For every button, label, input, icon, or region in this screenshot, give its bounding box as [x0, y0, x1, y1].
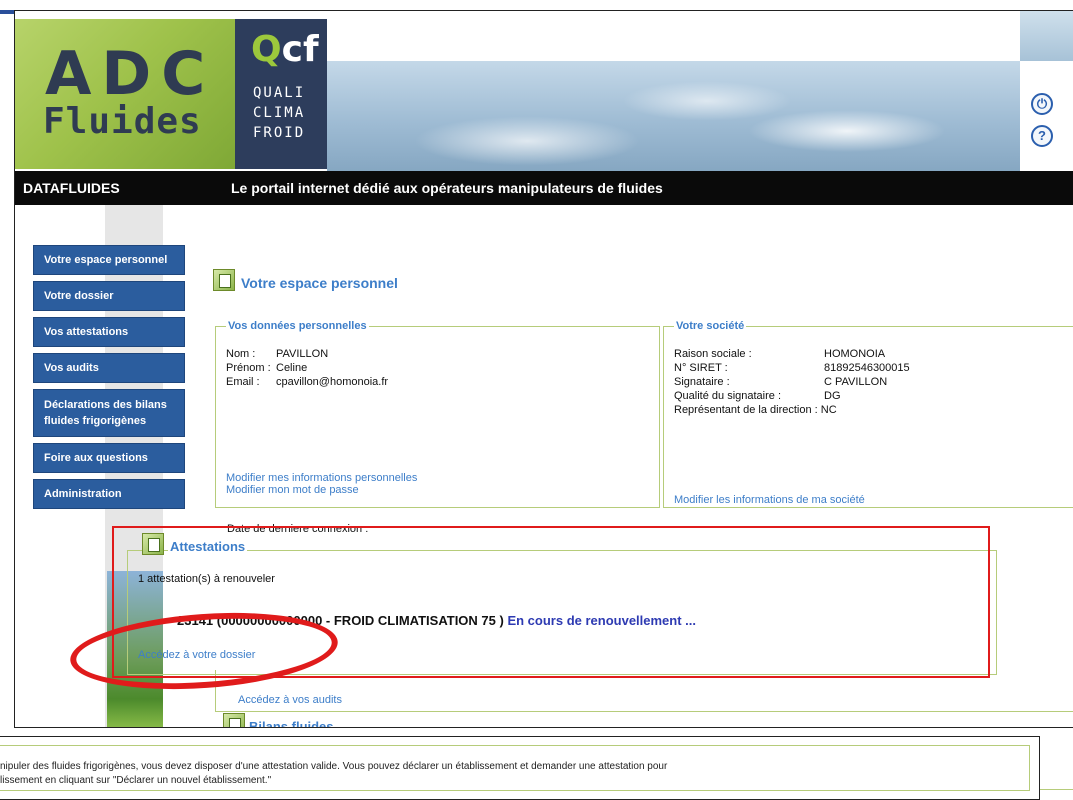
personal-data-legend: Vos données personnelles: [228, 320, 367, 332]
personal-row-email: Email : cpavillon@homonoia.fr: [226, 376, 389, 388]
nav-item-administration[interactable]: Administration: [33, 479, 185, 509]
nav-item-espace-personnel[interactable]: Votre espace personnel: [33, 245, 185, 275]
qualiclimafroid-logo: Qcf QUALI CLIMA FROID: [235, 19, 327, 169]
nav-item-attestations[interactable]: Vos attestations: [33, 317, 185, 347]
info-text-line-1: nipuler des fluides frigorigènes, vous d…: [0, 761, 668, 772]
company-row-siret: N° SIRET :81892546300015: [674, 362, 910, 374]
edit-password-link[interactable]: Modifier mon mot de passe: [226, 484, 417, 496]
personal-row-prenom: Prénom : Celine: [226, 362, 308, 374]
title-band: DATAFLUIDES Le portail internet dédié au…: [15, 171, 1073, 205]
personal-row-nom: Nom : PAVILLON: [226, 348, 329, 360]
qcf-wordmark: QUALI CLIMA FROID: [253, 85, 306, 141]
logo-adc-text: ADC: [45, 39, 216, 109]
brand-label: DATAFLUIDES: [23, 180, 120, 196]
info-text-line-2: lissement en cliquant sur "Déclarer un n…: [0, 775, 272, 786]
left-nav: Votre espace personnel Votre dossier Vos…: [33, 245, 185, 515]
info-panel-box: nipuler des fluides frigorigènes, vous d…: [0, 745, 1030, 791]
company-row-qualite: Qualité du signataire : DG: [674, 390, 841, 402]
adc-fluides-logo[interactable]: ADC Fluides: [15, 19, 235, 169]
personal-data-box: Vos données personnelles Nom : PAVILLON P…: [215, 320, 660, 508]
help-icon[interactable]: ?: [1031, 125, 1053, 147]
bilans-icon: [223, 713, 245, 727]
tagline: Le portail internet dédié aux opérateurs…: [231, 180, 663, 196]
nav-item-dossier[interactable]: Votre dossier: [33, 281, 185, 311]
edit-personal-info-link[interactable]: Modifier mes informations personnelles: [226, 472, 417, 484]
nav-item-audits[interactable]: Vos audits: [33, 353, 185, 383]
sky-banner-image: [327, 61, 1027, 171]
company-row-signataire: Signataire :C PAVILLON: [674, 376, 888, 388]
info-panel-edge: [1040, 789, 1073, 790]
header-right-area: [1020, 61, 1073, 171]
power-icon[interactable]: ⏻: [1031, 93, 1053, 115]
company-row-raison-sociale: Raison sociale : HOMONOIA: [674, 348, 886, 360]
nav-item-faq[interactable]: Foire aux questions: [33, 443, 185, 473]
company-box: Votre société Raison sociale : HOMONOIA N…: [663, 320, 1073, 508]
sky-banner-corner: [1020, 11, 1073, 61]
logo-fluides-text: Fluides: [43, 101, 202, 142]
personal-space-icon: [213, 269, 235, 291]
edit-company-link[interactable]: Modifier les informations de ma société: [674, 494, 865, 506]
info-panel: nipuler des fluides frigorigènes, vous d…: [0, 736, 1040, 800]
access-audits-link[interactable]: Accédez à vos audits: [238, 694, 342, 706]
nav-item-bilans[interactable]: Déclarations des bilans fluides frigorig…: [33, 389, 185, 437]
personal-links: Modifier mes informations personnelles M…: [226, 472, 417, 496]
bilans-title: Bilans fluides: [249, 719, 334, 728]
company-legend: Votre société: [676, 320, 745, 332]
qcf-mark: Qcf: [251, 29, 319, 70]
page-title: Votre espace personnel: [241, 275, 398, 291]
site-header: ADC Fluides Qcf QUALI CLIMA FROID ⏻ ?: [15, 11, 1073, 171]
company-row-representant: Représentant de la direction : NC: [674, 404, 837, 416]
